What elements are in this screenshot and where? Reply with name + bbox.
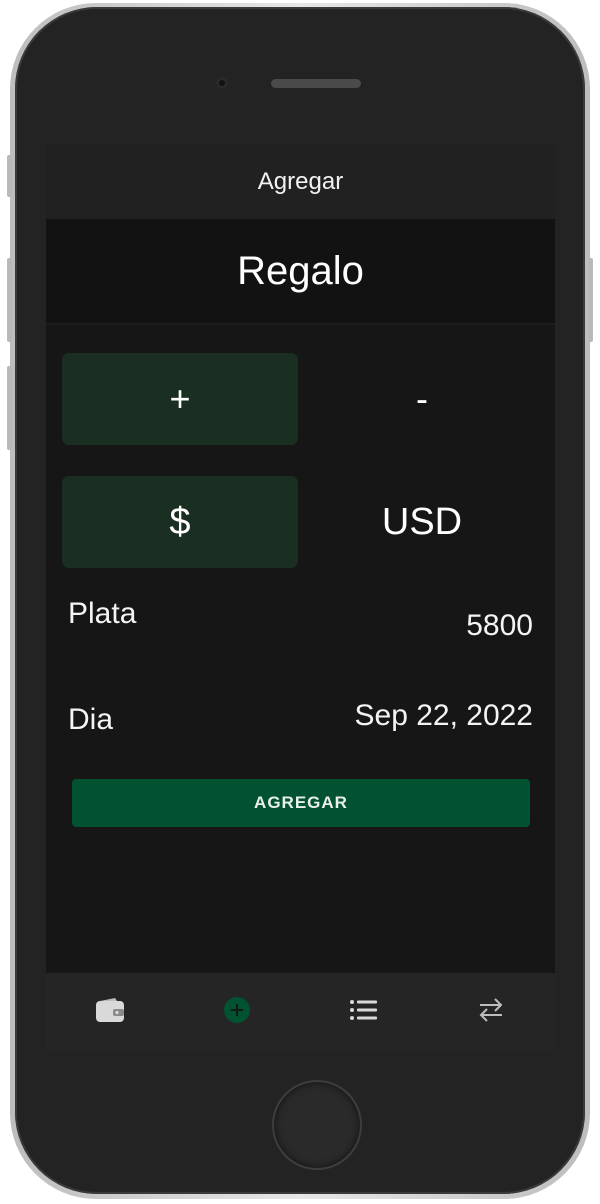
date-label: Dia — [68, 703, 114, 736]
add-button[interactable]: AGREGAR — [72, 779, 530, 827]
volume-down-button — [7, 366, 12, 450]
front-camera — [216, 77, 228, 89]
category-title: Regalo — [237, 248, 364, 293]
amount-label: Plata — [68, 597, 137, 630]
date-picker[interactable]: Sep 22, 2022 — [355, 699, 534, 733]
home-button[interactable] — [272, 1080, 362, 1170]
list-icon — [349, 999, 379, 1025]
nav-item-transfer[interactable] — [428, 973, 555, 1051]
income-toggle-button[interactable]: + — [62, 353, 298, 445]
expense-toggle-button[interactable]: - — [304, 353, 540, 445]
minus-label: - — [416, 378, 428, 419]
add-button-label: AGREGAR — [254, 793, 348, 812]
transfer-icon — [477, 996, 505, 1028]
app-screen: Agregar Regalo + - $ USD Plata 5800 Dia … — [46, 145, 555, 1051]
category-header: Regalo — [46, 219, 555, 325]
plus-label: + — [169, 378, 191, 419]
earpiece-speaker — [271, 79, 361, 88]
form-content: + - $ USD Plata 5800 Dia Sep 22, 2022 AG… — [46, 325, 555, 973]
peso-currency-button[interactable]: $ — [62, 476, 298, 568]
usd-label: USD — [381, 500, 463, 543]
usd-currency-button[interactable]: USD — [304, 476, 540, 568]
mute-switch — [7, 155, 12, 197]
wallet-icon — [95, 997, 125, 1027]
volume-up-button — [7, 258, 12, 342]
nav-item-add[interactable] — [173, 973, 300, 1051]
amount-input[interactable]: 5800 — [466, 609, 533, 643]
nav-item-list[interactable] — [301, 973, 428, 1051]
app-bar-title: Agregar — [257, 168, 344, 195]
peso-label: $ — [169, 500, 191, 543]
power-button — [588, 258, 593, 342]
nav-item-wallet[interactable] — [46, 973, 173, 1051]
app-bar: Agregar — [46, 145, 555, 219]
bottom-navigation — [46, 973, 555, 1051]
add-circle-icon — [223, 996, 251, 1028]
